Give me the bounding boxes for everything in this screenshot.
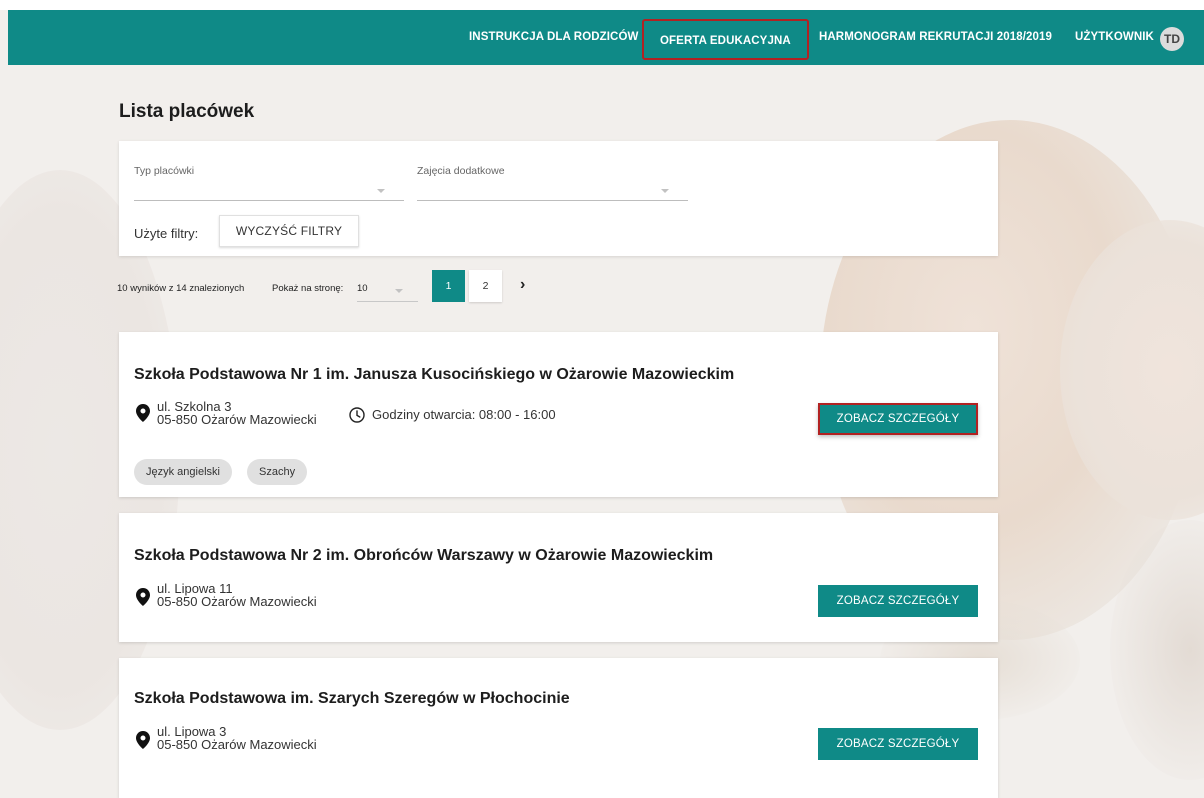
top-strip	[0, 0, 1204, 10]
school-name: Szkoła Podstawowa im. Szarych Szeregów w…	[134, 690, 570, 707]
used-filters-label: Użyte filtry:	[134, 226, 199, 241]
school-city: 05-850 Ożarów Mazowiecki	[157, 737, 317, 752]
nav-item-instrukcja[interactable]: INSTRUKCJA DLA RODZICÓW	[469, 10, 638, 65]
avatar[interactable]: TD	[1160, 27, 1184, 51]
extra-select-label: Zajęcia dodatkowe	[417, 165, 505, 177]
chevron-down-icon	[377, 189, 385, 193]
results-summary: 10 wyników z 14 znalezionych	[117, 283, 245, 294]
type-select-underline	[134, 200, 404, 201]
details-button[interactable]: ZOBACZ SZCZEGÓŁY	[818, 728, 978, 760]
school-card: Szkoła Podstawowa Nr 1 im. Janusza Kusoc…	[119, 332, 998, 497]
location-pin-icon	[136, 588, 150, 606]
nav-item-harmonogram[interactable]: HARMONOGRAM REKRUTACJI 2018/2019	[819, 10, 1052, 65]
per-page-underline	[357, 301, 418, 302]
location-pin-icon	[136, 404, 150, 422]
school-address: ul. Szkolna 3 05-850 Ożarów Mazowiecki	[157, 400, 317, 426]
clock-icon	[349, 407, 365, 423]
page-button-1[interactable]: 1	[432, 270, 465, 302]
tag-chip: Szachy	[247, 459, 308, 485]
school-hours: Godziny otwarcia: 08:00 - 16:00	[372, 407, 556, 422]
type-select-label: Typ placówki	[134, 165, 195, 177]
details-button[interactable]: ZOBACZ SZCZEGÓŁY	[818, 585, 978, 617]
filter-card: Typ placówki Zajęcia dodatkowe Użyte fil…	[119, 141, 998, 256]
school-city: 05-850 Ożarów Mazowiecki	[157, 594, 317, 609]
nav-item-oferta[interactable]: OFERTA EDUKACYJNA	[642, 19, 809, 60]
school-card: Szkoła Podstawowa im. Szarych Szeregów w…	[119, 658, 998, 798]
nav-item-user[interactable]: UŻYTKOWNIK	[1075, 10, 1154, 65]
school-card: Szkoła Podstawowa Nr 2 im. Obrońców Wars…	[119, 513, 998, 642]
clear-filters-button[interactable]: WYCZYŚĆ FILTRY	[219, 215, 359, 247]
details-button[interactable]: ZOBACZ SZCZEGÓŁY	[818, 403, 978, 435]
location-pin-icon	[136, 731, 150, 749]
per-page-label: Pokaż na stronę:	[272, 283, 344, 294]
page-button-2[interactable]: 2	[469, 270, 502, 302]
main-content: Lista placówek Typ placówki Zajęcia doda…	[0, 0, 1204, 798]
school-address: ul. Lipowa 3 05-850 Ożarów Mazowiecki	[157, 725, 317, 751]
per-page-select[interactable]: 10	[357, 283, 368, 294]
chevron-right-icon[interactable]: ›	[520, 276, 525, 294]
tag-chip: Język angielski	[134, 459, 232, 485]
school-name: Szkoła Podstawowa Nr 2 im. Obrońców Wars…	[134, 547, 714, 564]
chevron-down-icon[interactable]	[395, 289, 403, 293]
navbar: INSTRUKCJA DLA RODZICÓW OFERTA EDUKACYJN…	[8, 10, 1204, 65]
page-title: Lista placówek	[119, 101, 255, 122]
chevron-down-icon	[661, 189, 669, 193]
school-name: Szkoła Podstawowa Nr 1 im. Janusza Kusoc…	[134, 366, 735, 383]
school-address: ul. Lipowa 11 05-850 Ożarów Mazowiecki	[157, 582, 317, 608]
extra-select-underline	[417, 200, 688, 201]
school-city: 05-850 Ożarów Mazowiecki	[157, 412, 317, 427]
